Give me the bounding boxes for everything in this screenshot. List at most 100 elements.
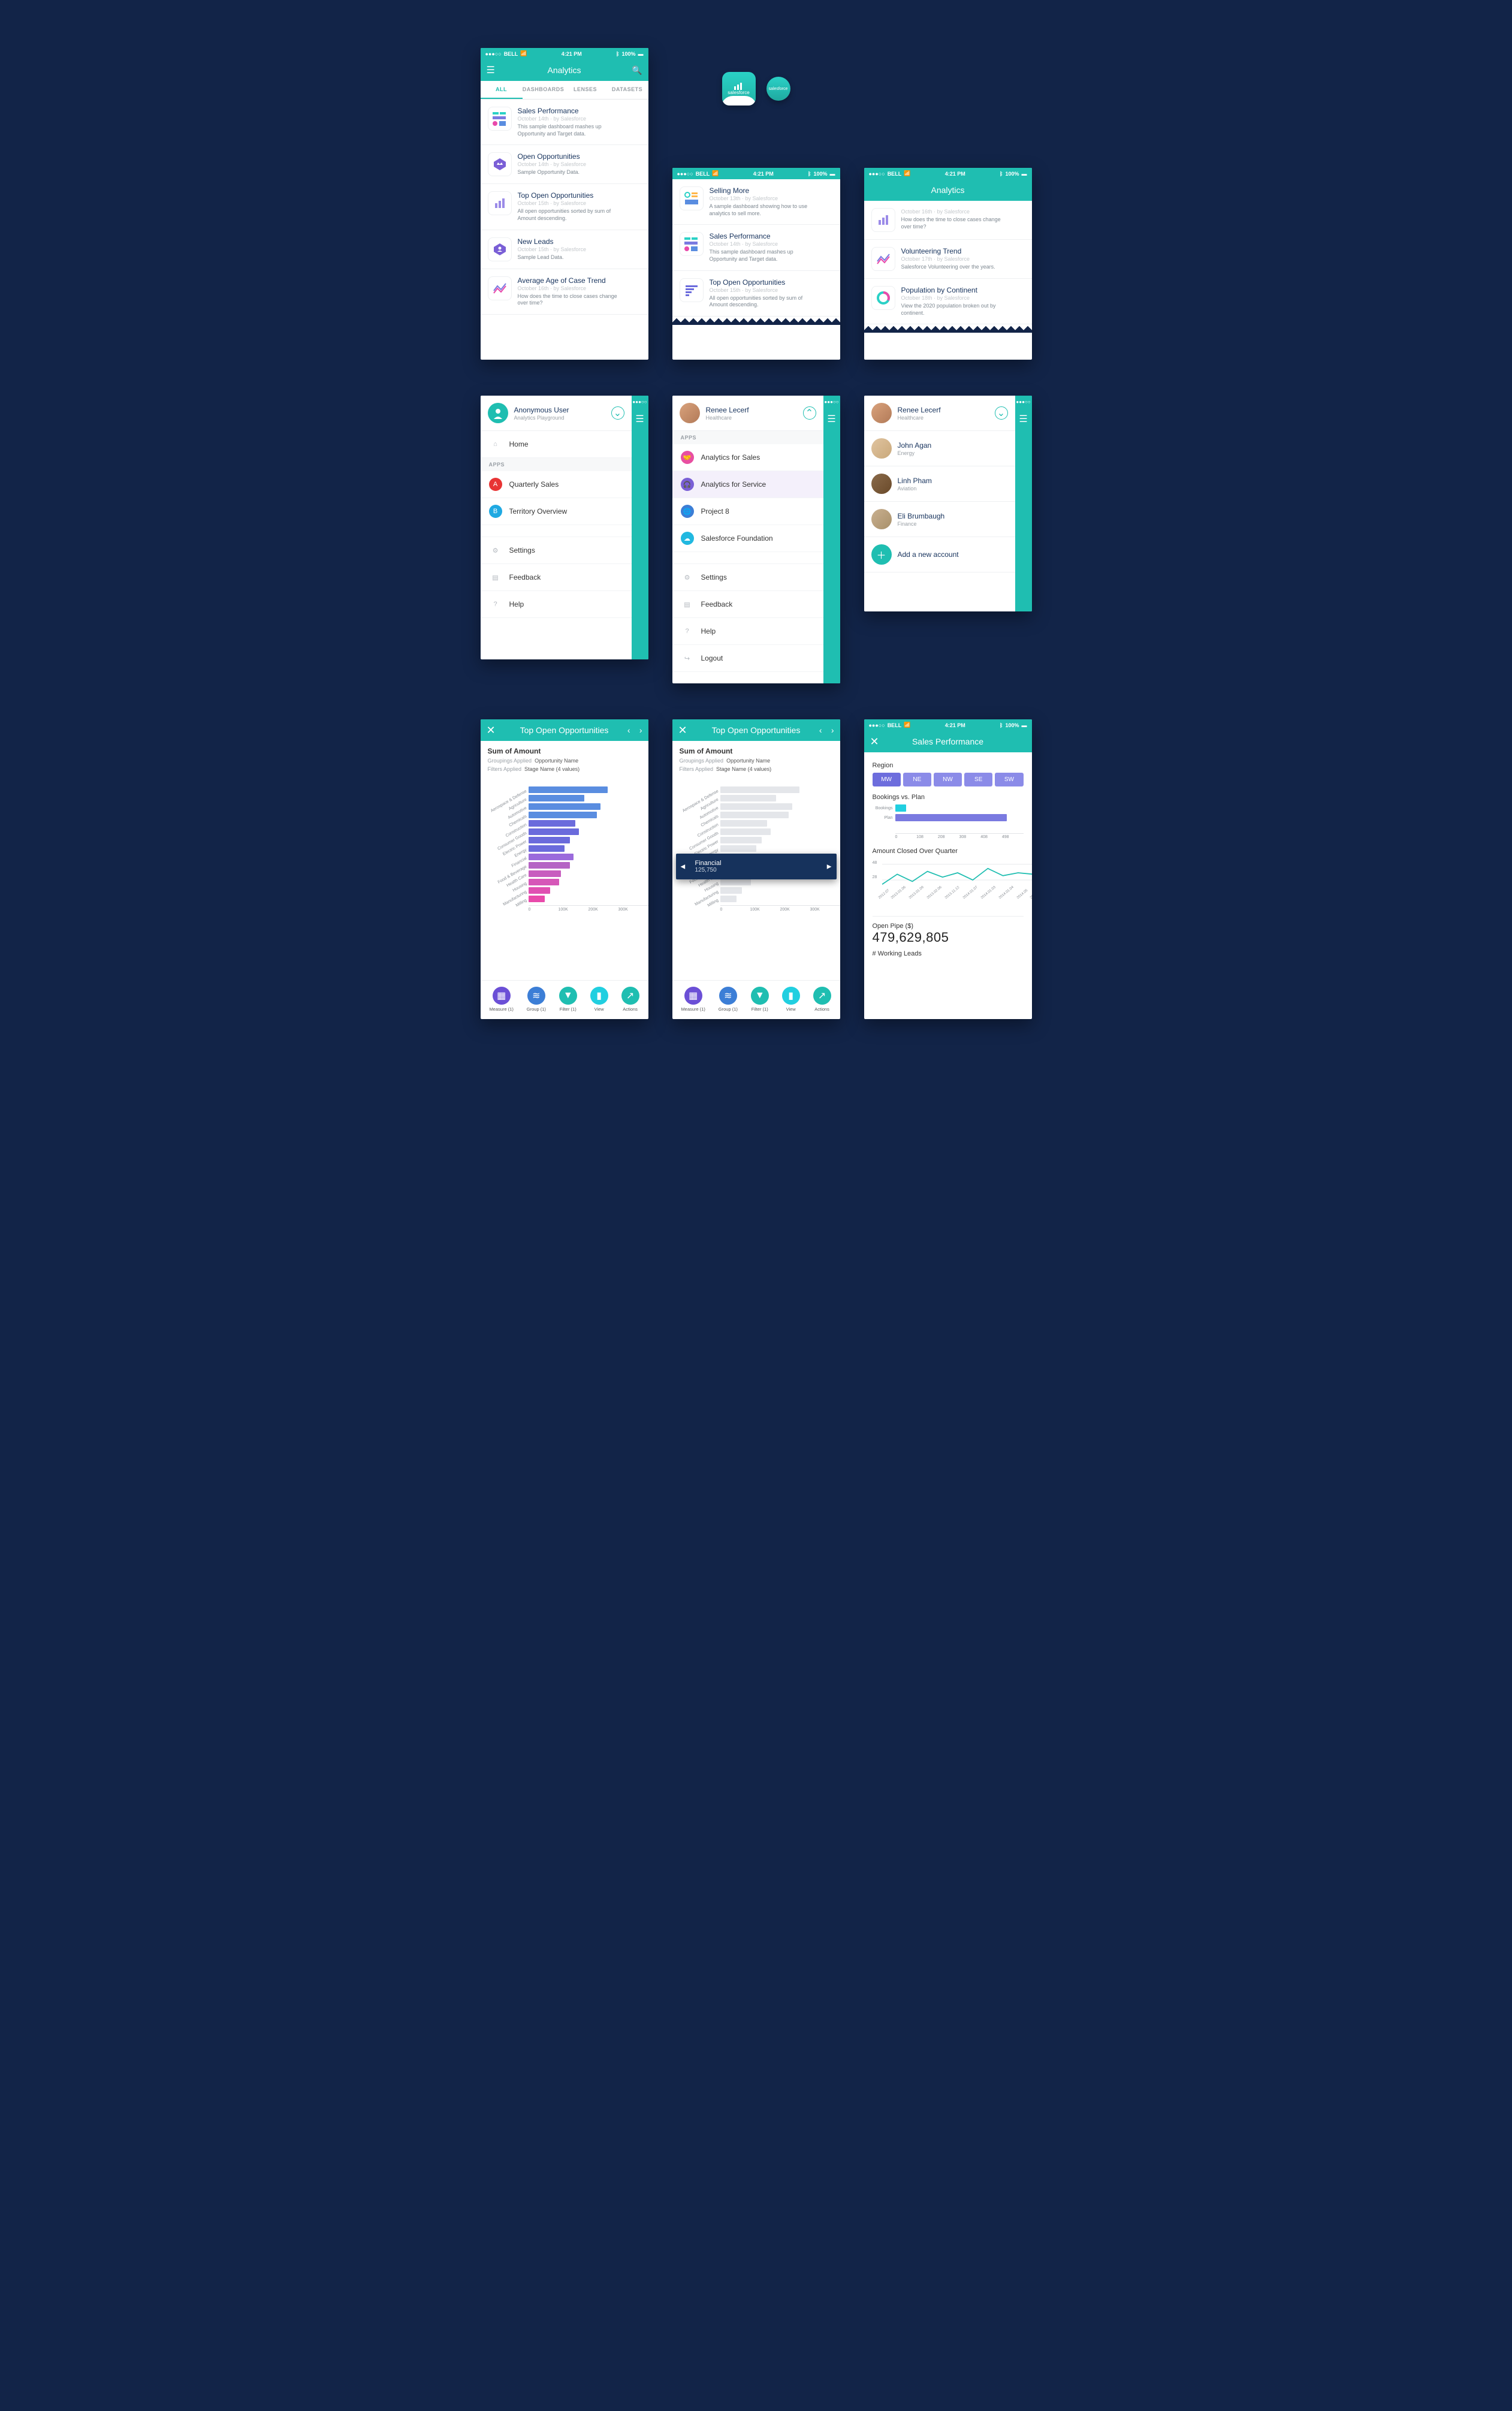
screen-drawer-anonymous: ●●●○○ ☰ Anonymous UserAnalytics Playgrou… — [481, 396, 648, 659]
list-item[interactable]: Sales PerformanceOctober 14th · by Sales… — [481, 100, 648, 145]
app-icon-square[interactable]: salesforce — [722, 72, 756, 106]
title-bar: ✕ Top Open Opportunities ‹ › — [672, 719, 840, 741]
chevron-up-icon[interactable]: ⌃ — [803, 406, 816, 420]
region-pill[interactable]: SW — [995, 773, 1023, 786]
list-item[interactable]: October 16th · by SalesforceHow does the… — [864, 201, 1032, 240]
tooltip-prev-icon[interactable]: ◀ — [681, 863, 686, 870]
tab-dashboards[interactable]: DASHBOARDS — [523, 81, 565, 99]
menu-feedback[interactable]: ▤Feedback — [672, 591, 823, 618]
section-apps: APPS — [481, 458, 632, 471]
region-pill[interactable]: NE — [903, 773, 931, 786]
hbar-bar — [720, 828, 771, 835]
search-icon[interactable]: 🔍 — [632, 65, 642, 76]
group-button[interactable]: ≋Group (1) — [527, 987, 546, 1012]
screen-accounts: ●●●○○ ☰ Renee LecerfHealthcare ⌄ John Ag… — [864, 396, 1032, 611]
filter-icon: ▼ — [559, 987, 577, 1005]
tab-datasets[interactable]: DATASETS — [606, 81, 648, 99]
hbar-row[interactable]: Aerospace & Defense — [482, 785, 642, 794]
menu-app[interactable]: 🌐Project 8 — [672, 498, 823, 525]
user-row[interactable]: Renee LecerfHealthcare ⌃ — [672, 396, 823, 431]
region-pill[interactable]: SE — [964, 773, 992, 786]
list-item[interactable]: Top Open OpportunitiesOctober 15th · by … — [672, 271, 840, 317]
tab-all[interactable]: ALL — [481, 81, 523, 99]
help-icon: ? — [681, 625, 694, 638]
measure-button[interactable]: ▦Measure (1) — [681, 987, 705, 1012]
list-item[interactable]: Open OpportunitiesOctober 14th · by Sale… — [481, 145, 648, 184]
group-button[interactable]: ≋Group (1) — [719, 987, 738, 1012]
line-x-axis: 2012.072013.01.062013.01.092013.02.06201… — [882, 896, 1024, 909]
hbar-chart[interactable]: Aerospace & DefenseAgricultureAutomotive… — [672, 783, 840, 905]
page-title: Top Open Opportunities — [712, 725, 801, 735]
list-item[interactable]: Volunteering TrendOctober 17th · by Sale… — [864, 240, 1032, 279]
list-item[interactable]: Selling MoreOctober 13th · by Salesforce… — [672, 179, 840, 225]
list-item[interactable]: Top Open OpportunitiesOctober 15th · by … — [481, 184, 648, 230]
view-button[interactable]: ▮View — [590, 987, 608, 1012]
title-bar: ☰ Analytics 🔍 — [481, 59, 648, 81]
menu-icon[interactable]: ☰ — [635, 413, 644, 425]
app-letter-icon: B — [489, 505, 502, 518]
chart-tooltip[interactable]: ◀ Financial 125,750 ▶ — [676, 854, 837, 879]
wifi-icon: 📶 — [904, 722, 910, 728]
menu-app[interactable]: AQuarterly Sales — [481, 471, 632, 498]
user-row[interactable]: Anonymous UserAnalytics Playground ⌄ — [481, 396, 632, 431]
chevron-left-icon[interactable]: ‹ — [627, 725, 630, 735]
app-icon-round[interactable]: salesforce — [766, 77, 790, 101]
account-row[interactable]: Renee LecerfHealthcare ⌄ — [864, 396, 1015, 431]
menu-icon[interactable]: ☰ — [827, 413, 835, 425]
menu-help[interactable]: ?Help — [481, 591, 632, 618]
filter-button[interactable]: ▼Filter (1) — [559, 987, 577, 1012]
menu-feedback[interactable]: ▤Feedback — [481, 564, 632, 591]
hbar-row[interactable]: Aerospace & Defense — [674, 785, 834, 794]
gear-icon: ⚙ — [489, 544, 502, 557]
menu-settings[interactable]: ⚙Settings — [672, 564, 823, 591]
chevron-down-icon[interactable]: ⌄ — [611, 406, 624, 420]
account-row[interactable]: Eli BrumbaughFinance — [864, 502, 1015, 537]
chevron-right-icon[interactable]: › — [831, 725, 834, 735]
account-row[interactable]: John AganEnergy — [864, 431, 1015, 466]
menu-settings[interactable]: ⚙Settings — [481, 537, 632, 564]
hbar-bar — [529, 828, 579, 835]
list-item[interactable]: New LeadsOctober 15th · by SalesforceSam… — [481, 230, 648, 269]
screen-sales-performance: ●●●○○BELL📶 4:21 PM ᛒ100%▬ ✕ Sales Perfor… — [864, 719, 1032, 1019]
chevron-right-icon[interactable]: › — [639, 725, 642, 735]
add-account[interactable]: ＋ Add a new account — [864, 537, 1015, 572]
filter-button[interactable]: ▼Filter (1) — [751, 987, 769, 1012]
measure-button[interactable]: ▦Measure (1) — [489, 987, 513, 1012]
list-item[interactable]: Average Age of Case TrendOctober 16th · … — [481, 269, 648, 315]
close-icon[interactable]: ✕ — [487, 724, 496, 737]
region-pill[interactable]: MW — [873, 773, 901, 786]
status-bar: ●●●○○BELL📶 4:21 PM ᛒ100%▬ — [672, 168, 840, 179]
menu-logout[interactable]: ↪Logout — [672, 645, 823, 672]
hbar-bar — [529, 786, 608, 793]
menu-help[interactable]: ?Help — [672, 618, 823, 645]
logout-icon: ↪ — [681, 652, 694, 665]
list-item[interactable]: Sales PerformanceOctober 14th · by Sales… — [672, 225, 840, 270]
chart-header: Sum of Amount Groupings Applied Opportun… — [672, 741, 840, 773]
chevron-down-icon[interactable]: ⌄ — [995, 406, 1008, 420]
line-chart[interactable]: 48 28 — [873, 858, 1024, 894]
menu-app[interactable]: 🤝Analytics for Sales — [672, 444, 823, 471]
hbar-chart[interactable]: Aerospace & DefenseAgricultureAutomotive… — [481, 783, 648, 905]
actions-button[interactable]: ↗Actions — [621, 987, 639, 1012]
region-pill[interactable]: NW — [934, 773, 962, 786]
menu-icon[interactable]: ☰ — [1019, 413, 1027, 425]
bookings-chart[interactable]: Bookings Plan — [873, 803, 1024, 832]
menu-app[interactable]: ☁Salesforce Foundation — [672, 525, 823, 552]
menu-app[interactable]: BTerritory Overview — [481, 498, 632, 525]
close-icon[interactable]: ✕ — [870, 736, 879, 748]
menu-home[interactable]: ⌂Home — [481, 431, 632, 458]
list-item[interactable]: Population by ContinentOctober 18th · by… — [864, 279, 1032, 324]
close-icon[interactable]: ✕ — [678, 724, 687, 737]
actions-button[interactable]: ↗Actions — [813, 987, 831, 1012]
side-strip: ●●●○○ ☰ — [632, 396, 648, 659]
tab-lenses[interactable]: LENSES — [565, 81, 606, 99]
account-row[interactable]: Linh PhamAviation — [864, 466, 1015, 502]
menu-icon[interactable]: ☰ — [487, 64, 495, 76]
bluetooth-icon: ᛒ — [808, 171, 811, 177]
tooltip-next-icon[interactable]: ▶ — [827, 863, 832, 870]
hbar-bar — [720, 786, 799, 793]
status-bar: ●●●○○BELL📶 4:21 PM ᛒ100%▬ — [864, 168, 1032, 179]
menu-app[interactable]: 🎧Analytics for Service — [672, 471, 823, 498]
view-button[interactable]: ▮View — [782, 987, 800, 1012]
chevron-left-icon[interactable]: ‹ — [819, 725, 822, 735]
